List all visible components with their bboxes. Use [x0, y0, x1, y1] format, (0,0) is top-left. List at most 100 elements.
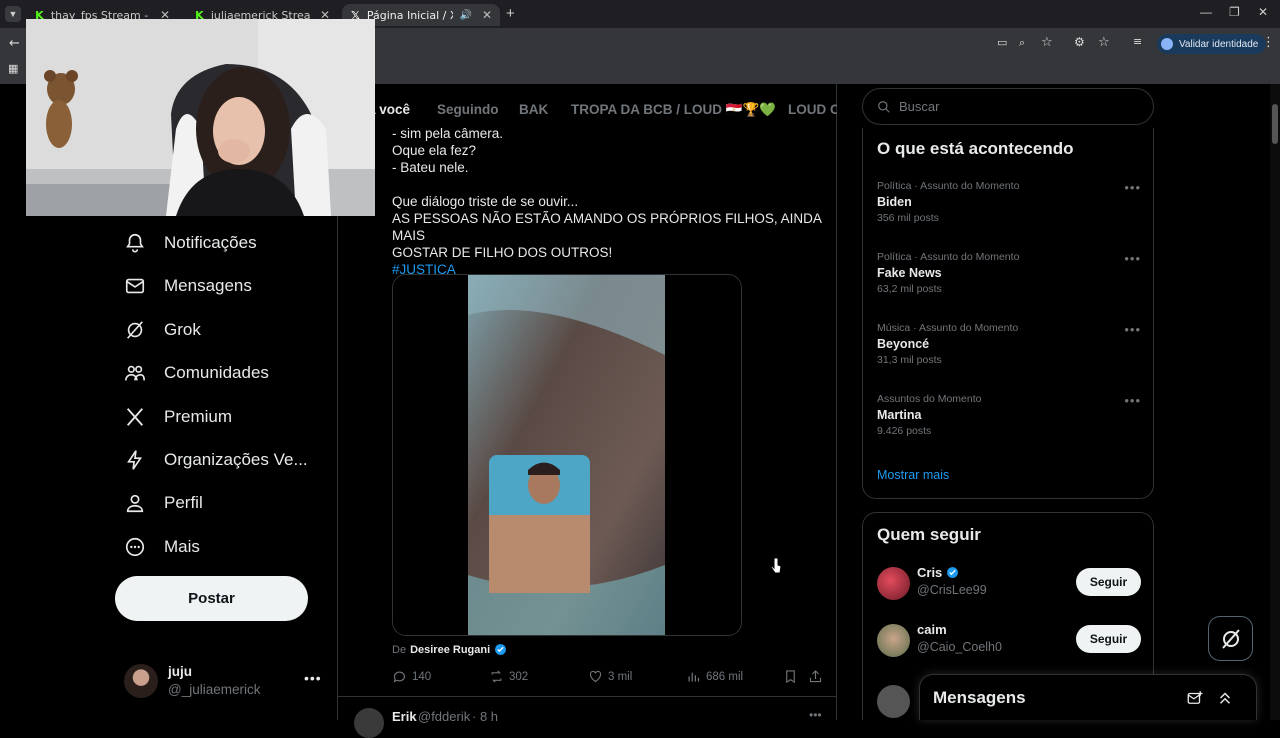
nav-label: Grok [164, 320, 201, 339]
trend-item[interactable]: Política · Assunto do Momento Fake News … [877, 251, 1141, 295]
avatar [124, 664, 158, 698]
post-line: - sim pela câmera. [392, 126, 504, 141]
webcam-image [26, 19, 375, 216]
follow-handle: @Caio_Coelh0 [917, 640, 1002, 654]
scrollbar-thumb[interactable] [1272, 104, 1278, 144]
follow-suggestion[interactable]: caim @Caio_Coelh0 Seguir [877, 622, 1141, 662]
chevron-up-icon[interactable] [1216, 689, 1234, 707]
messages-drawer[interactable]: Mensagens [919, 674, 1257, 720]
like-count: 3 mil [608, 670, 633, 683]
show-more-link[interactable]: Mostrar mais [877, 468, 949, 482]
post-button[interactable]: Postar [115, 576, 308, 621]
more-dots-icon[interactable]: ••• [1124, 251, 1141, 266]
share-icon [809, 670, 822, 683]
zoom-icon[interactable]: ⌕ [1019, 36, 1025, 50]
views-count: 686 mil [706, 670, 744, 683]
minimize-button[interactable]: — [1200, 5, 1212, 19]
communities-icon [125, 365, 145, 381]
close-window-button[interactable]: ✕ [1258, 5, 1268, 19]
new-message-icon[interactable] [1186, 689, 1204, 707]
restore-button[interactable]: ❐ [1229, 5, 1240, 19]
repost-icon [491, 670, 502, 683]
nav-label: Premium [164, 407, 233, 426]
cast-icon[interactable]: ▭ [997, 36, 1007, 49]
tab-bak[interactable]: BAK [519, 102, 548, 117]
nav-item-messages[interactable]: Mensagens [124, 271, 252, 301]
grok-icon [127, 321, 143, 339]
post-divider [338, 696, 837, 697]
nav-item-verified-orgs[interactable]: Organizações Ve... [124, 445, 308, 475]
trend-category: Assuntos do Momento [877, 393, 982, 405]
lightning-icon [127, 450, 143, 470]
more-dots-icon[interactable]: ••• [1124, 393, 1141, 408]
speaker-icon[interactable]: 🔊 [459, 10, 471, 21]
search-box[interactable]: Buscar [862, 88, 1154, 125]
reply-icon [393, 671, 406, 683]
bookmark-star-icon[interactable]: ☆ [1098, 35, 1110, 50]
page-scrollbar[interactable] [1270, 84, 1280, 720]
close-icon[interactable]: ✕ [482, 8, 492, 22]
account-switcher[interactable]: juju @_juliaemerick ••• [124, 662, 324, 702]
trend-category: Política · Assunto do Momento [877, 180, 1020, 192]
trend-name: Fake News [877, 266, 942, 280]
bar-chart-icon [688, 672, 700, 682]
back-arrow-icon[interactable]: ← [9, 36, 20, 51]
trend-item[interactable]: Política · Assunto do Momento Biden 356 … [877, 180, 1141, 224]
reply-count: 140 [412, 670, 432, 683]
reply-button[interactable]: 140 [392, 669, 431, 684]
nav-label: Notificações [164, 233, 257, 252]
nav-item-grok[interactable]: Grok [124, 315, 201, 345]
bookmark-icon [786, 670, 795, 684]
follow-button[interactable]: Seguir [1076, 625, 1141, 653]
nav-item-profile[interactable]: Perfil [124, 488, 203, 518]
trend-name: Beyoncé [877, 337, 930, 351]
search-input[interactable]: Buscar [899, 99, 939, 114]
follow-button[interactable]: Seguir [1076, 568, 1141, 596]
nav-label: Mensagens [164, 276, 252, 295]
mouse-cursor-icon [770, 557, 782, 574]
trend-count: 356 mil posts [877, 212, 939, 224]
profile-avatar-icon [1161, 38, 1173, 50]
more-dots-icon[interactable]: ••• [304, 670, 322, 686]
tab-loud[interactable]: LOUD Co [788, 102, 837, 117]
trend-category: Música · Assunto do Momento [877, 322, 1019, 334]
timeline-tabs: a você Seguindo BAK TROPA DA BCB / LOUD … [338, 90, 837, 130]
follow-suggestion[interactable]: Cris @CrisLee99 Seguir [877, 565, 1141, 605]
more-dots-icon[interactable]: ••• [1124, 322, 1141, 337]
share-button[interactable] [808, 669, 823, 684]
trend-item[interactable]: Música · Assunto do Momento Beyoncé 31,3… [877, 322, 1141, 366]
tab-list-dropdown[interactable]: ▼ [5, 6, 21, 22]
account-name: juju [168, 664, 192, 679]
validate-identity-button[interactable]: Validar identidade [1157, 34, 1267, 54]
nav-label: Comunidades [164, 363, 269, 382]
post-time: · 8 h [472, 709, 499, 724]
search-icon [878, 100, 890, 113]
nav-item-more[interactable]: Mais [124, 532, 200, 562]
bookmark-button[interactable] [783, 669, 798, 684]
nav-item-communities[interactable]: Comunidades [124, 358, 269, 388]
more-dots-icon[interactable]: ••• [1124, 180, 1141, 195]
post-video[interactable] [392, 274, 742, 636]
follow-name-text: Cris [917, 565, 943, 580]
tab-tropa-bcb[interactable]: TROPA DA BCB / LOUD 🇪🇬🏆💚 [571, 102, 776, 118]
author-name[interactable]: Erik [392, 709, 417, 724]
tab-following[interactable]: Seguindo [437, 102, 499, 117]
grok-floating-button[interactable] [1208, 616, 1253, 661]
validate-identity-label: Validar identidade [1179, 38, 1259, 50]
extension-icon[interactable]: ⚙ [1074, 35, 1085, 49]
star-icon[interactable]: ☆ [1041, 35, 1053, 50]
nav-item-notifications[interactable]: Notificações [124, 228, 257, 258]
new-tab-button[interactable]: + [506, 5, 515, 22]
views-button[interactable]: 686 mil [686, 669, 743, 684]
nav-item-premium[interactable]: Premium [124, 402, 232, 432]
source-name-link[interactable]: Desiree Rugani [410, 644, 490, 656]
apps-grid-icon[interactable]: ▦ [8, 62, 18, 75]
trends-panel: O que está acontecendo Política · Assunt… [862, 128, 1154, 499]
trend-item[interactable]: Assuntos do Momento Martina 9.426 posts … [877, 393, 1141, 437]
trend-count: 31,3 mil posts [877, 354, 942, 366]
like-button[interactable]: 3 mil [588, 669, 632, 684]
repost-button[interactable]: 302 [489, 669, 528, 684]
reading-list-icon[interactable]: ≡ [1133, 35, 1142, 48]
post-line: Oque ela fez? [392, 143, 477, 158]
timeline-column: a você Seguindo BAK TROPA DA BCB / LOUD … [337, 84, 837, 738]
